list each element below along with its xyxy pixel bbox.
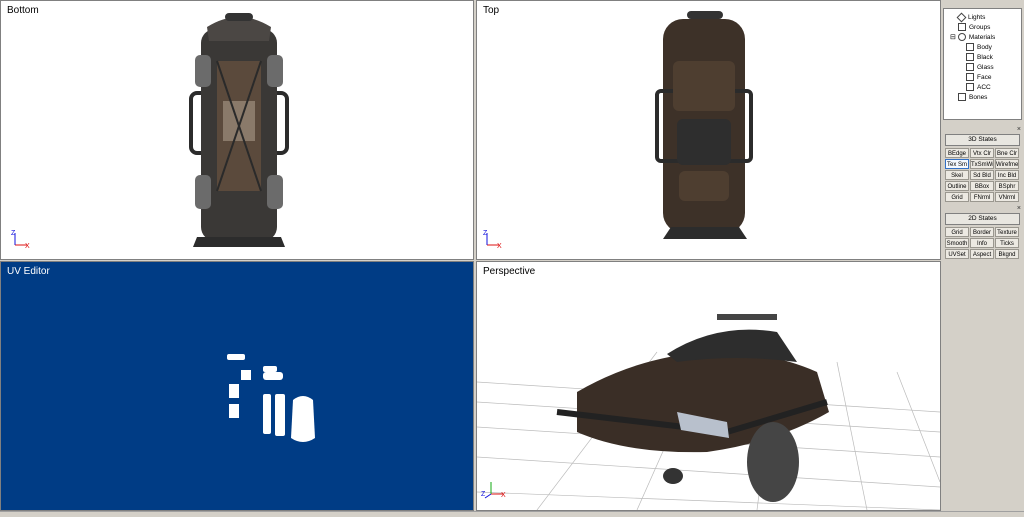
btn-inc-bld[interactable]: Inc Bld xyxy=(995,170,1019,180)
btn-bkgnd[interactable]: Bkgnd xyxy=(995,249,1019,259)
svg-text:Z: Z xyxy=(483,230,488,237)
tree-item-lights[interactable]: Lights xyxy=(956,12,985,23)
viewport-uv-editor[interactable]: UV Editor xyxy=(0,261,474,511)
btn-bsphr[interactable]: BSphr xyxy=(995,181,1019,191)
btn-tex-sm[interactable]: Tex Sm xyxy=(945,159,969,169)
svg-text:X: X xyxy=(497,243,502,250)
texture-icon xyxy=(966,83,974,92)
btn-fnrml[interactable]: FNrml xyxy=(970,192,994,202)
btn-uvset[interactable]: UVSet xyxy=(945,249,969,259)
btn-bedge[interactable]: BEdge xyxy=(945,148,969,158)
car-underside-render xyxy=(189,13,289,247)
viewport-uv-label: UV Editor xyxy=(7,266,50,277)
btn-sd-bld[interactable]: Sd Bld xyxy=(970,170,994,180)
tree-item-body[interactable]: Body xyxy=(966,43,992,52)
viewport-perspective[interactable]: Perspective Z X xyxy=(476,261,941,511)
svg-text:Z: Z xyxy=(481,491,486,498)
svg-text:Z: Z xyxy=(11,230,16,237)
axis-gizmo: Z X xyxy=(483,230,502,250)
btn-ticks[interactable]: Ticks xyxy=(995,238,1019,248)
panel-3d-states: × 3D States BEdge Vtx Clr Bne Clr Tex Sm… xyxy=(943,126,1022,202)
texture-icon xyxy=(966,73,974,82)
tree-item-face[interactable]: Face xyxy=(966,73,991,82)
btn-bbox[interactable]: BBox xyxy=(970,181,994,191)
btn-bne-clr[interactable]: Bne Clr xyxy=(995,148,1019,158)
car-roof-render xyxy=(655,11,753,239)
scene-tree[interactable]: Lights Groups ⊟ Materials Body Black Glas… xyxy=(943,8,1022,120)
btn-texture[interactable]: Texture xyxy=(995,227,1019,237)
collapse-icon[interactable]: ⊟ xyxy=(950,34,956,41)
btn-txsmwr[interactable]: TxSmWr xyxy=(970,159,994,169)
tree-item-acc[interactable]: ACC xyxy=(966,83,991,92)
texture-icon xyxy=(966,43,974,52)
tree-item-bones[interactable]: Bones xyxy=(958,93,987,102)
uv-islands xyxy=(227,354,315,442)
axis-gizmo: Z X xyxy=(481,482,506,499)
group-icon xyxy=(958,23,966,32)
viewport-top[interactable]: Top Z X xyxy=(476,0,941,260)
panel-2d-states-title: 2D States xyxy=(945,213,1020,225)
car-top-view: Z X xyxy=(483,11,753,250)
btn-vnrml[interactable]: VNrml xyxy=(995,192,1019,202)
tree-item-materials[interactable]: ⊟ Materials xyxy=(950,33,995,42)
tree-item-black[interactable]: Black xyxy=(966,53,993,62)
tree-item-groups[interactable]: Groups xyxy=(958,23,990,32)
car-bottom-view: Z X xyxy=(11,13,289,250)
panel-3d-states-title: 3D States xyxy=(945,134,1020,146)
status-bar xyxy=(0,511,1024,517)
material-swatch-icon xyxy=(966,63,974,72)
btn-grid-2d[interactable]: Grid xyxy=(945,227,969,237)
material-icon xyxy=(957,33,966,42)
btn-skel[interactable]: Skel xyxy=(945,170,969,180)
viewport-perspective-label: Perspective xyxy=(483,266,536,277)
btn-border[interactable]: Border xyxy=(970,227,994,237)
car-perspective-view: Z X xyxy=(477,314,940,510)
btn-wirefme[interactable]: Wirefme xyxy=(995,159,1019,169)
bones-icon xyxy=(958,93,966,102)
tree-item-glass[interactable]: Glass xyxy=(966,63,994,72)
svg-text:X: X xyxy=(25,243,30,250)
btn-smooth[interactable]: Smooth xyxy=(945,238,969,248)
btn-outline[interactable]: Outline xyxy=(945,181,969,191)
btn-vtx-clr[interactable]: Vtx Clr xyxy=(970,148,994,158)
btn-aspect[interactable]: Aspect xyxy=(970,249,994,259)
close-icon[interactable]: × xyxy=(1017,126,1021,133)
btn-grid-3d[interactable]: Grid xyxy=(945,192,969,202)
viewport-bottom[interactable]: Bottom Z X xyxy=(0,0,474,260)
viewport-bottom-label: Bottom xyxy=(7,5,39,16)
btn-info[interactable]: Info xyxy=(970,238,994,248)
axis-gizmo: Z X xyxy=(11,230,30,250)
viewport-top-label: Top xyxy=(483,5,500,16)
close-icon[interactable]: × xyxy=(1017,205,1021,212)
panel-2d-states: × 2D States Grid Border Texture Smooth I… xyxy=(943,205,1022,259)
svg-text:X: X xyxy=(501,492,506,499)
material-swatch-icon xyxy=(966,53,974,62)
light-icon xyxy=(956,12,967,23)
car-3d-render xyxy=(556,314,829,502)
